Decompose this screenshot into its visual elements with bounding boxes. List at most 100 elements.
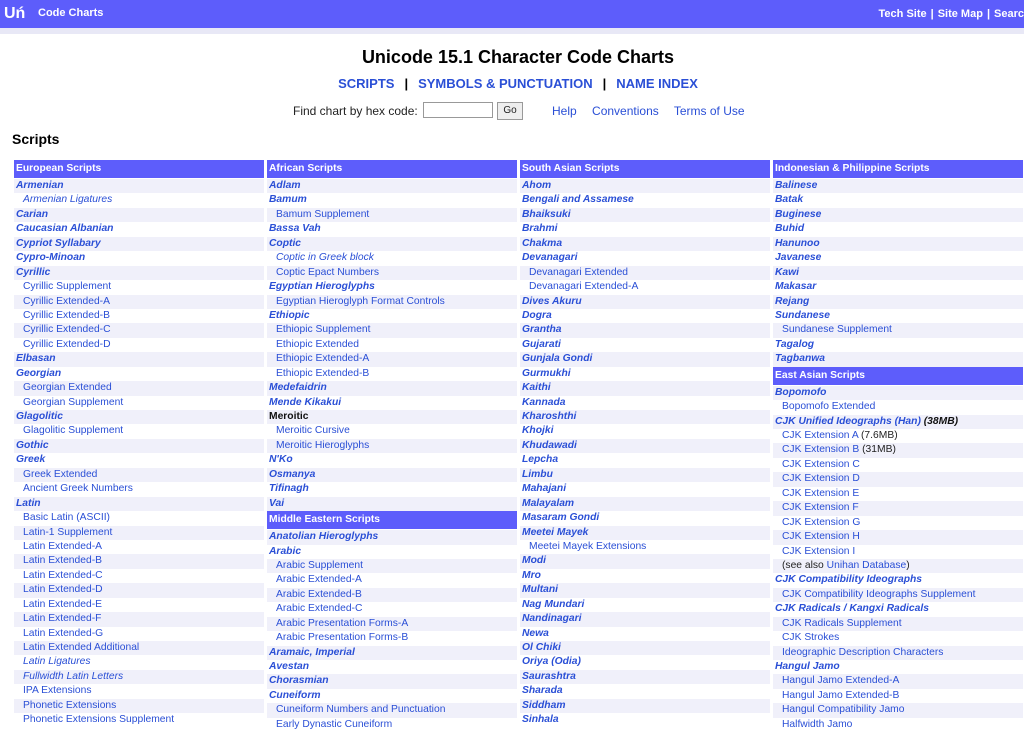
chart-link-arabic-supplement[interactable]: Arabic Supplement: [267, 558, 517, 574]
chart-link-label[interactable]: Batak: [775, 194, 803, 205]
chart-link-tagalog[interactable]: Tagalog: [773, 338, 1023, 352]
chart-link-bopomofo-extended[interactable]: Bopomofo Extended: [773, 400, 1023, 414]
chart-link-label[interactable]: Greek: [16, 454, 45, 465]
chart-link-label[interactable]: Hangul Jamo Extended-A: [782, 675, 899, 686]
chart-link-limbu[interactable]: Limbu: [520, 467, 770, 483]
chart-link-label[interactable]: Caucasian Albanian: [16, 223, 113, 234]
chart-link-label[interactable]: Bassa Vah: [269, 223, 321, 234]
chart-link-oriya-odia[interactable]: Oriya (Odia): [520, 655, 770, 669]
chart-link-greek[interactable]: Greek: [14, 453, 264, 467]
chart-link-label[interactable]: Hangul Compatibility Jamo: [782, 704, 904, 715]
chart-link-cuneiform[interactable]: Cuneiform: [267, 689, 517, 703]
chart-link-n-ko[interactable]: N'Ko: [267, 453, 517, 467]
chart-link-label[interactable]: Anatolian Hieroglyphs: [269, 531, 378, 542]
chart-link-label[interactable]: Meroitic Hieroglyphs: [276, 440, 369, 451]
chart-link-latin-1-supplement[interactable]: Latin-1 Supplement: [14, 525, 264, 540]
chart-link-fullwidth-latin-letters[interactable]: Fullwidth Latin Letters: [14, 669, 264, 685]
chart-link-label[interactable]: Ol Chiki: [522, 642, 561, 653]
chart-link-tagbanwa[interactable]: Tagbanwa: [773, 352, 1023, 367]
unicode-logo-icon[interactable]: Uń: [4, 3, 26, 25]
chart-link-cjk-unified-ideographs-han[interactable]: CJK Unified Ideographs (Han) (38MB): [773, 414, 1023, 429]
chart-link-label[interactable]: Mro: [522, 570, 541, 581]
help-link[interactable]: Help: [552, 104, 577, 118]
chart-link-latin-extended-c[interactable]: Latin Extended-C: [14, 569, 264, 583]
chart-link-label[interactable]: Coptic Epact Numbers: [276, 267, 379, 278]
chart-link-arabic-extended-c[interactable]: Arabic Extended-C: [267, 602, 517, 616]
chart-link-label[interactable]: Bamum: [269, 194, 307, 205]
chart-link-halfwidth-jamo[interactable]: Halfwidth Jamo: [773, 718, 1023, 732]
chart-link-label[interactable]: Hangul Jamo Extended-B: [782, 690, 899, 701]
chart-link-cjk-extension-e[interactable]: CJK Extension E: [773, 487, 1023, 501]
chart-link-label[interactable]: Bamum Supplement: [276, 209, 369, 220]
chart-link-cjk-extension-b[interactable]: CJK Extension B (31MB): [773, 443, 1023, 458]
chart-link-cyrillic[interactable]: Cyrillic: [14, 265, 264, 281]
chart-link-kaithi[interactable]: Kaithi: [520, 381, 770, 396]
chart-link-newa[interactable]: Newa: [520, 627, 770, 641]
chart-link-cyrillic-extended-c[interactable]: Cyrillic Extended-C: [14, 323, 264, 338]
chart-link-label[interactable]: Medefaidrin: [269, 382, 327, 393]
chart-link-basic-latin-ascii[interactable]: Basic Latin (ASCII): [14, 511, 264, 525]
chart-link-label[interactable]: Tagalog: [775, 339, 814, 350]
chart-link-label[interactable]: Unihan Database: [827, 560, 907, 571]
chart-link-label[interactable]: Cypro-Minoan: [16, 252, 85, 263]
chart-link-label[interactable]: Sharada: [522, 685, 563, 696]
chart-link-label[interactable]: Gunjala Gondi: [522, 353, 592, 364]
chart-link-gothic[interactable]: Gothic: [14, 438, 264, 454]
chart-link-arabic[interactable]: Arabic: [267, 545, 517, 559]
chart-link-label[interactable]: Sundanese Supplement: [782, 324, 892, 335]
chart-link-label[interactable]: Khudawadi: [522, 440, 577, 451]
chart-link-chorasmian[interactable]: Chorasmian: [267, 674, 517, 689]
chart-link-label[interactable]: Bhaiksuki: [522, 209, 571, 220]
chart-link-label[interactable]: Tifinagh: [269, 483, 309, 494]
chart-link-cjk-compatibility-ideographs[interactable]: CJK Compatibility Ideographs: [773, 573, 1023, 587]
chart-link-georgian-supplement[interactable]: Georgian Supplement: [14, 396, 264, 410]
chart-link-latin-extended-b[interactable]: Latin Extended-B: [14, 554, 264, 569]
chart-link-label[interactable]: Carian: [16, 209, 48, 220]
chart-link-buhid[interactable]: Buhid: [773, 222, 1023, 236]
hex-code-input[interactable]: [423, 102, 493, 118]
chart-link-label[interactable]: Latin Ligatures: [23, 656, 91, 667]
chart-link-grantha[interactable]: Grantha: [520, 323, 770, 338]
chart-link-multani[interactable]: Multani: [520, 583, 770, 598]
chart-link-label[interactable]: IPA Extensions: [23, 685, 92, 696]
chart-link-cyrillic-extended-d[interactable]: Cyrillic Extended-D: [14, 338, 264, 352]
chart-link-bassa-vah[interactable]: Bassa Vah: [267, 222, 517, 236]
chart-link-aramaic-imperial[interactable]: Aramaic, Imperial: [267, 645, 517, 660]
chart-link-label[interactable]: Ethiopic Extended-A: [276, 353, 369, 364]
chart-link-buginese[interactable]: Buginese: [773, 207, 1023, 223]
chart-link-label[interactable]: Greek Extended: [23, 469, 97, 480]
chart-link-label[interactable]: Siddham: [522, 700, 565, 711]
chart-link-phonetic-extensions-supplement[interactable]: Phonetic Extensions Supplement: [14, 713, 264, 727]
chart-link-label[interactable]: Cypriot Syllabary: [16, 238, 101, 249]
chart-link-label[interactable]: Masaram Gondi: [522, 512, 599, 523]
chart-link-cyrillic-supplement[interactable]: Cyrillic Supplement: [14, 280, 264, 294]
chart-link-label[interactable]: Arabic Presentation Forms-B: [276, 632, 408, 643]
tech-site-link[interactable]: Tech Site: [879, 8, 927, 20]
chart-link-label[interactable]: Latin: [16, 498, 41, 509]
chart-link-label[interactable]: Nag Mundari: [522, 599, 584, 610]
chart-link-latin-extended-g[interactable]: Latin Extended-G: [14, 627, 264, 641]
chart-link-coptic-in-greek-block[interactable]: Coptic in Greek block: [267, 251, 517, 265]
chart-link-malayalam[interactable]: Malayalam: [520, 496, 770, 512]
chart-link-latin-ligatures[interactable]: Latin Ligatures: [14, 655, 264, 669]
chart-link-egyptian-hieroglyphs[interactable]: Egyptian Hieroglyphs: [267, 280, 517, 294]
chart-link-label[interactable]: Latin Extended Additional: [23, 642, 139, 653]
chart-link-label[interactable]: Ethiopic Extended-B: [276, 368, 369, 379]
chart-link-ipa-extensions[interactable]: IPA Extensions: [14, 684, 264, 698]
chart-link-label[interactable]: Latin Extended-B: [23, 555, 102, 566]
chart-link-label[interactable]: Ethiopic Supplement: [276, 324, 370, 335]
chart-link-cypro-minoan[interactable]: Cypro-Minoan: [14, 251, 264, 265]
chart-link-label[interactable]: Arabic Extended-B: [276, 589, 362, 600]
chart-link-label[interactable]: Kawi: [775, 267, 799, 278]
chart-link-label[interactable]: Latin Extended-F: [23, 613, 101, 624]
chart-link-latin-extended-additional[interactable]: Latin Extended Additional: [14, 641, 264, 656]
chart-link-label[interactable]: Dives Akuru: [522, 296, 582, 307]
chart-link-label[interactable]: Ethiopic: [269, 310, 310, 321]
chart-link-label[interactable]: Basic Latin (ASCII): [23, 512, 110, 523]
chart-link-gunjala-gondi[interactable]: Gunjala Gondi: [520, 352, 770, 367]
chart-link-ethiopic-extended-a[interactable]: Ethiopic Extended-A: [267, 352, 517, 367]
chart-link-javanese[interactable]: Javanese: [773, 251, 1023, 265]
chart-link-arabic-extended-b[interactable]: Arabic Extended-B: [267, 587, 517, 603]
chart-link-ancient-greek-numbers[interactable]: Ancient Greek Numbers: [14, 482, 264, 496]
chart-link-cjk-strokes[interactable]: CJK Strokes: [773, 631, 1023, 645]
